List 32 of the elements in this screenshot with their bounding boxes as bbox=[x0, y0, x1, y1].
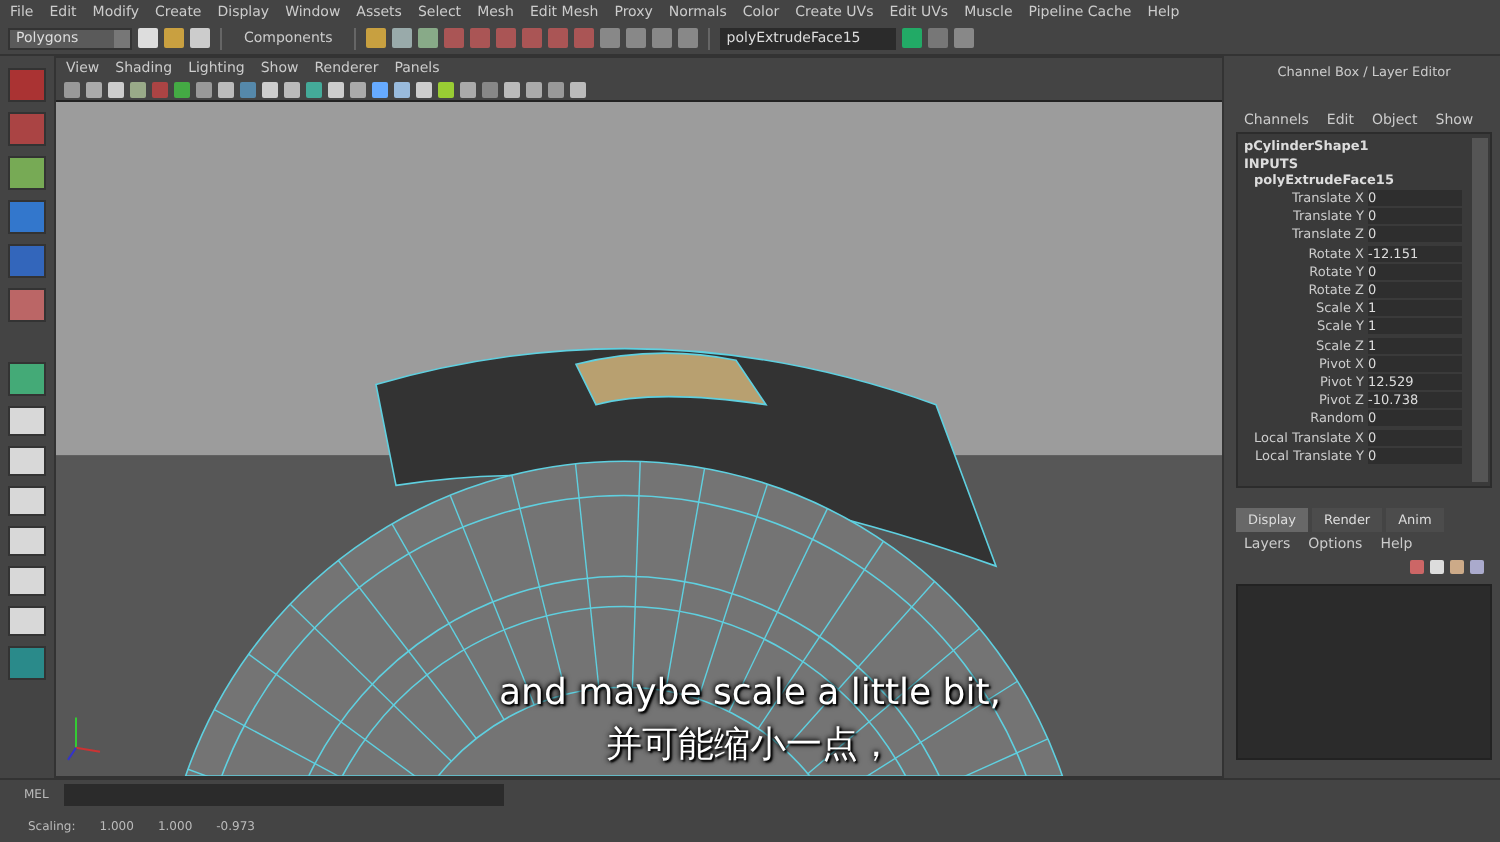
layout-icon[interactable] bbox=[8, 566, 46, 596]
tool-icon[interactable] bbox=[8, 200, 46, 234]
tool-icon[interactable] bbox=[652, 28, 673, 48]
tool-icon[interactable] bbox=[8, 68, 46, 102]
tool-icon[interactable] bbox=[548, 28, 569, 48]
tool-icon[interactable] bbox=[8, 156, 46, 190]
tool-icon[interactable] bbox=[8, 244, 46, 278]
command-input[interactable] bbox=[64, 784, 505, 806]
tool-icon[interactable] bbox=[444, 28, 465, 48]
lock-icon[interactable] bbox=[902, 28, 923, 48]
tool-icon[interactable] bbox=[626, 28, 647, 48]
tool-icon[interactable] bbox=[470, 28, 491, 48]
tool-icon[interactable] bbox=[8, 646, 46, 680]
tool-icon[interactable] bbox=[366, 28, 387, 48]
axis-icon bbox=[67, 717, 101, 761]
tool-icon[interactable] bbox=[8, 362, 46, 396]
tool-icon[interactable] bbox=[8, 112, 46, 146]
tool-icon[interactable] bbox=[600, 28, 621, 48]
tool-icon[interactable] bbox=[418, 28, 439, 48]
tool-icon[interactable] bbox=[496, 28, 517, 48]
layout-icon[interactable] bbox=[8, 406, 46, 436]
tool-icon[interactable] bbox=[678, 28, 699, 48]
scrollbar[interactable] bbox=[1472, 138, 1488, 482]
layout-icon[interactable] bbox=[8, 526, 46, 556]
tool-icon[interactable] bbox=[574, 28, 595, 48]
panel-icon[interactable] bbox=[928, 28, 949, 48]
layout-icon[interactable] bbox=[8, 606, 46, 636]
tool-icon[interactable] bbox=[392, 28, 413, 48]
tool-icon[interactable] bbox=[8, 288, 46, 322]
layout-icon[interactable] bbox=[8, 446, 46, 476]
layout-icon[interactable] bbox=[8, 486, 46, 516]
tool-icon[interactable] bbox=[522, 28, 543, 48]
